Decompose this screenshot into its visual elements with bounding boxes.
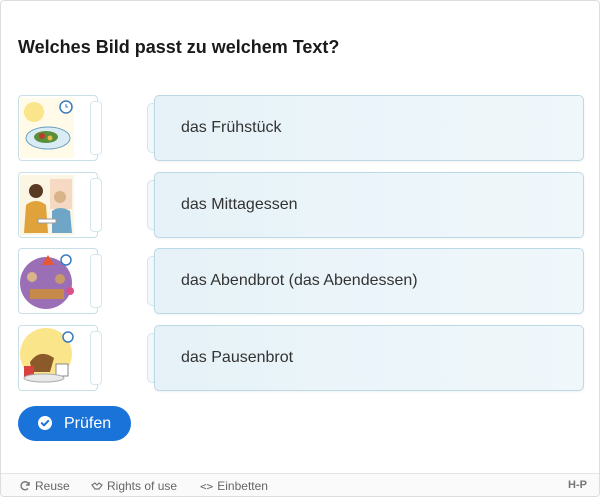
- match-row: das Mittagessen: [18, 172, 584, 238]
- rights-of-use-link[interactable]: Rights of use: [91, 479, 177, 493]
- dropzone-card[interactable]: das Mittagessen: [154, 172, 584, 238]
- match-row: das Abendbrot (das Abendessen): [18, 248, 584, 314]
- dropzone-card[interactable]: das Pausenbrot: [154, 325, 584, 391]
- handshake-icon: [91, 482, 103, 490]
- reuse-link[interactable]: Reuse: [19, 479, 70, 493]
- check-button-label: Prüfen: [64, 415, 112, 432]
- embed-link[interactable]: <> Einbetten: [200, 479, 268, 493]
- embed-label: Einbetten: [217, 479, 268, 493]
- dropzone-label: das Pausenbrot: [181, 349, 294, 366]
- rights-label: Rights of use: [107, 479, 178, 493]
- lunch-picture-icon: [20, 175, 74, 235]
- draggable-image-snack[interactable]: [18, 325, 98, 391]
- check-circle-icon: [38, 416, 52, 430]
- code-icon: <>: [200, 479, 214, 493]
- dropzone-label: das Mittagessen: [181, 196, 298, 213]
- dropzone-label: das Frühstück: [181, 119, 282, 136]
- image-slot: [90, 254, 102, 308]
- breakfast-picture-icon: [20, 98, 74, 158]
- dinner-picture-icon: [20, 251, 74, 311]
- dropzone-card[interactable]: das Abendbrot (das Abendessen): [154, 248, 584, 314]
- dropzone-card[interactable]: das Frühstück: [154, 95, 584, 161]
- image-slot: [90, 178, 102, 232]
- match-row: das Pausenbrot: [18, 325, 584, 391]
- image-slot: [90, 331, 102, 385]
- reuse-label: Reuse: [35, 479, 70, 493]
- image-slot: [90, 101, 102, 155]
- match-row: das Frühstück: [18, 95, 584, 161]
- question-title: Welches Bild passt zu welchem Text?: [18, 37, 340, 57]
- footer-bar: Reuse Rights of use <> Einbetten H-P: [1, 473, 599, 496]
- draggable-image-dinner[interactable]: [18, 248, 98, 314]
- draggable-image-lunch[interactable]: [18, 172, 98, 238]
- h5p-logo[interactable]: H-P: [568, 479, 587, 491]
- snack-picture-icon: [20, 328, 74, 388]
- check-button[interactable]: Prüfen: [18, 406, 131, 441]
- dropzone-label: das Abendbrot (das Abendessen): [181, 272, 418, 289]
- draggable-image-breakfast[interactable]: [18, 95, 98, 161]
- h5p-content: Welches Bild passt zu welchem Text? das …: [0, 0, 600, 497]
- reuse-icon: [20, 481, 30, 491]
